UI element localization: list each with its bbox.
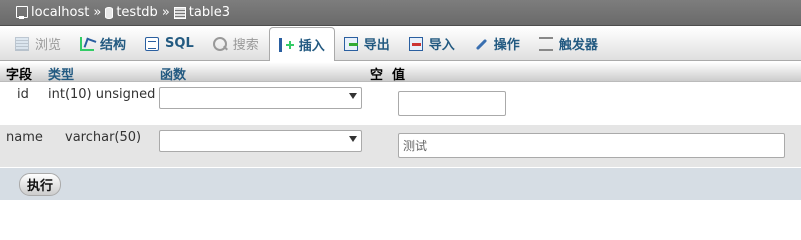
breadcrumb-table-label[interactable]: table3 xyxy=(189,5,230,20)
tab-export-label: 导出 xyxy=(363,38,390,53)
tab-structure-label: 结构 xyxy=(100,38,127,53)
breadcrumb-separator: » xyxy=(161,5,170,20)
operations-icon xyxy=(474,37,488,51)
sql-icon xyxy=(145,36,160,51)
breadcrumb-database[interactable]: testdb xyxy=(105,5,158,20)
function-select[interactable] xyxy=(159,130,362,152)
table-row: id int(10) unsigned xyxy=(0,83,801,125)
tab-triggers-label: 触发器 xyxy=(558,38,598,53)
triggers-icon xyxy=(538,36,553,51)
tab-search[interactable]: 搜索 xyxy=(204,27,269,60)
tab-sql[interactable]: SQL xyxy=(136,27,204,60)
function-select[interactable] xyxy=(159,87,362,109)
column-header-function[interactable]: 函数 xyxy=(160,64,186,83)
breadcrumb-table[interactable]: table3 xyxy=(173,5,230,20)
server-icon xyxy=(16,5,28,19)
tab-search-label: 搜索 xyxy=(232,38,259,53)
tab-operations[interactable]: 操作 xyxy=(465,27,530,60)
table-icon xyxy=(173,6,186,19)
tab-insert-label: 插入 xyxy=(298,39,325,54)
field-type: int(10) unsigned xyxy=(48,87,156,102)
field-name: id xyxy=(17,87,29,102)
tab-import[interactable]: 导入 xyxy=(400,27,465,60)
form-footer: 执行 xyxy=(0,168,801,200)
tab-browse[interactable]: 浏览 xyxy=(6,27,71,60)
database-icon xyxy=(105,6,114,19)
search-icon xyxy=(212,36,227,51)
column-header-field: 字段 xyxy=(6,68,33,83)
insert-table-header: 字段 类型 函数 空 值 xyxy=(0,62,801,83)
breadcrumb-database-label[interactable]: testdb xyxy=(116,5,157,20)
browse-icon xyxy=(15,36,29,51)
breadcrumb: localhost » testdb » table3 xyxy=(0,0,801,26)
tab-insert[interactable]: 插入 xyxy=(268,27,335,61)
field-name: name xyxy=(6,130,43,145)
tab-export[interactable]: 导出 xyxy=(335,27,400,60)
go-button[interactable]: 执行 xyxy=(19,173,62,196)
structure-icon xyxy=(80,36,95,51)
tab-operations-label: 操作 xyxy=(493,38,520,53)
tab-triggers[interactable]: 触发器 xyxy=(530,27,608,60)
tab-bar: 浏览 结构 SQL 搜索 插入 导出 导入 操作 触发器 xyxy=(0,27,801,61)
value-input-name[interactable] xyxy=(398,133,785,158)
tab-browse-label: 浏览 xyxy=(35,38,62,53)
column-header-type[interactable]: 类型 xyxy=(48,64,74,83)
value-input-id[interactable] xyxy=(398,91,506,116)
breadcrumb-server-label[interactable]: localhost xyxy=(31,5,89,20)
breadcrumb-server[interactable]: localhost xyxy=(16,5,89,20)
table-row: name varchar(50) xyxy=(0,125,801,167)
field-type: varchar(50) xyxy=(65,130,142,145)
import-icon xyxy=(408,36,423,51)
insert-icon xyxy=(278,37,294,52)
tab-import-label: 导入 xyxy=(428,38,455,53)
tab-sql-label: SQL xyxy=(165,36,194,51)
column-header-value: 值 xyxy=(392,68,406,83)
column-header-null: 空 xyxy=(370,68,384,83)
breadcrumb-separator: » xyxy=(93,5,102,20)
tab-structure[interactable]: 结构 xyxy=(71,27,136,60)
export-icon xyxy=(343,36,358,51)
